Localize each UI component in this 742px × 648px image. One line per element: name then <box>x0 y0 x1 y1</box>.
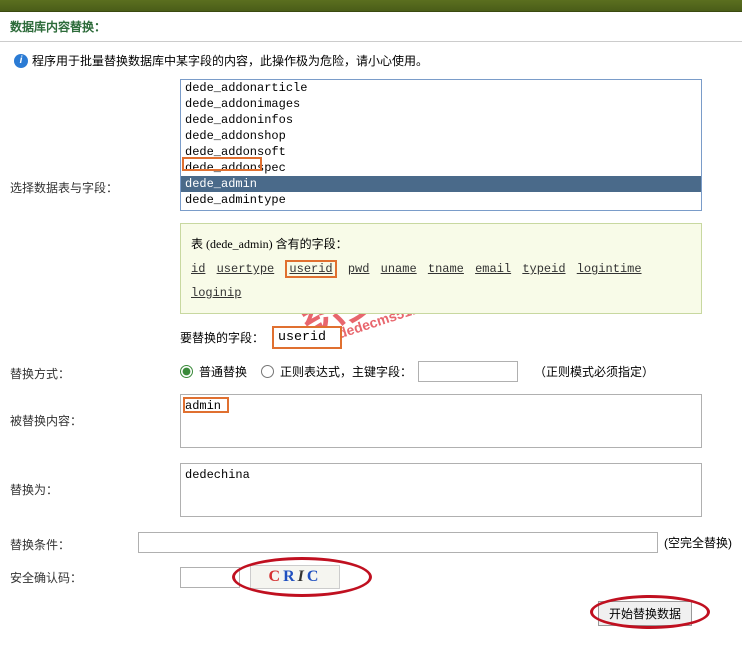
field-link[interactable]: pwd <box>348 262 370 276</box>
table-option[interactable]: dede_addonsoft <box>181 144 701 160</box>
info-text: 程序用于批量替换数据库中某字段的内容，此操作极为危险，请小心使用。 <box>32 52 428 69</box>
field-link[interactable]: id <box>191 262 205 276</box>
field-link[interactable]: uname <box>381 262 417 276</box>
radio-normal-label: 普通替换 <box>199 363 247 380</box>
table-option[interactable]: dede_addonarticle <box>181 80 701 96</box>
fields-caption: 表 (dede_admin) 含有的字段： <box>191 237 348 251</box>
label-replace-mode: 替换方式： <box>10 361 180 382</box>
page-title: 数据库内容替换： <box>0 12 742 42</box>
condition-note: (空完全替换) <box>664 534 732 551</box>
label-replace-to: 替换为： <box>10 463 180 498</box>
table-option[interactable]: dede_addonimages <box>181 96 701 112</box>
table-option[interactable]: dede_addonspec <box>181 160 701 176</box>
info-icon: i <box>14 54 28 68</box>
field-link[interactable]: tname <box>428 262 464 276</box>
field-link[interactable]: email <box>475 262 511 276</box>
radio-normal[interactable] <box>180 365 193 378</box>
fields-panel: 表 (dede_admin) 含有的字段： id usertype userid… <box>180 223 702 314</box>
label-replaced-content: 被替换内容： <box>10 394 180 429</box>
field-link[interactable]: loginip <box>191 286 241 300</box>
regex-key-input[interactable] <box>418 361 518 382</box>
replace-field-input[interactable] <box>272 326 342 349</box>
table-option[interactable]: dede_addoninfos <box>181 112 701 128</box>
field-link[interactable]: logintime <box>577 262 642 276</box>
field-link[interactable]: userid <box>285 260 336 278</box>
captcha-image[interactable]: C R I C <box>250 565 340 589</box>
field-link[interactable]: usertype <box>217 262 275 276</box>
radio-regex-label: 正则表达式，主键字段： <box>280 363 412 380</box>
replace-field-label: 要替换的字段： <box>180 329 264 346</box>
table-option[interactable]: dede_admintype <box>181 192 701 208</box>
table-option[interactable]: dede_addonshop <box>181 128 701 144</box>
replaced-content-textarea[interactable] <box>180 394 702 448</box>
label-replace-cond: 替换条件： <box>10 532 138 553</box>
form-area: 织梦无忧 dedecms51.com 选择数据表与字段： dede_addona… <box>0 79 742 648</box>
label-captcha: 安全确认码： <box>10 565 180 586</box>
captcha-input[interactable] <box>180 567 240 588</box>
table-option[interactable]: dede_admin <box>181 176 701 192</box>
label-select-table: 选择数据表与字段： <box>10 79 180 196</box>
table-listbox[interactable]: dede_addonarticledede_addonimagesdede_ad… <box>180 79 702 211</box>
submit-button[interactable]: 开始替换数据 <box>598 601 692 626</box>
radio-regex[interactable] <box>261 365 274 378</box>
top-bar <box>0 0 742 12</box>
replace-to-textarea[interactable] <box>180 463 702 517</box>
condition-input[interactable] <box>138 532 658 553</box>
regex-note: （正则模式必须指定） <box>534 363 654 380</box>
field-link[interactable]: typeid <box>522 262 565 276</box>
info-row: i 程序用于批量替换数据库中某字段的内容，此操作极为危险，请小心使用。 <box>0 42 742 79</box>
table-option[interactable]: dede_advancedsearch <box>181 208 701 211</box>
